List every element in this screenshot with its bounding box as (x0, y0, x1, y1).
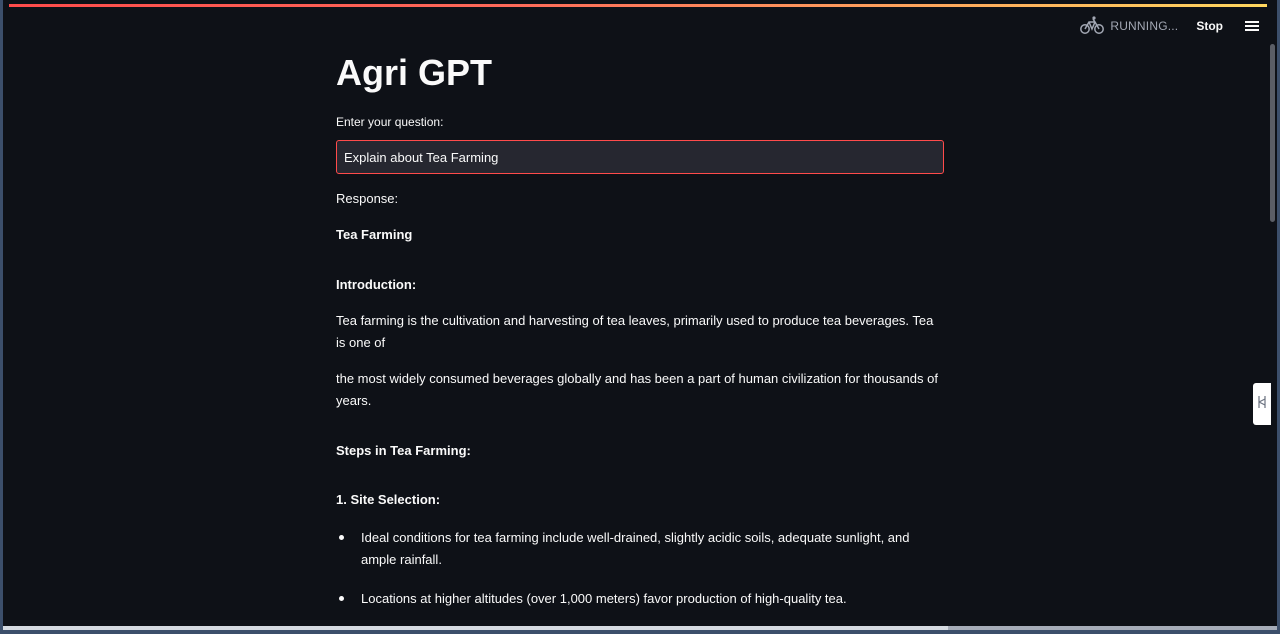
bicycle-icon (1080, 15, 1110, 38)
intro-paragraph: Tea farming is the cultivation and harve… (336, 313, 934, 350)
site-selection-heading: 1. Site Selection: (336, 492, 441, 507)
list-item: Ideal conditions for tea farming include… (336, 527, 944, 571)
main-content: Agri GPT Enter your question: Response: … (336, 50, 944, 627)
status-toolbar: RUNNING... Stop (1080, 14, 1259, 38)
intro-heading: Introduction: (336, 277, 417, 292)
vertical-scrollbar[interactable] (1270, 44, 1275, 222)
side-panel-handle[interactable] (1253, 383, 1271, 425)
response-label: Response: (336, 191, 399, 206)
site-selection-list: Ideal conditions for tea farming include… (336, 527, 944, 610)
horizontal-scrollbar-track[interactable] (3, 626, 1277, 630)
hamburger-menu-icon[interactable] (1245, 20, 1259, 32)
app-window: RUNNING... Stop Agri GPT Enter your ques… (0, 0, 1280, 634)
question-label: Enter your question: (336, 115, 444, 129)
running-indicator: RUNNING... (1080, 15, 1178, 38)
response-title: Tea Farming (336, 227, 413, 242)
question-input[interactable] (336, 140, 944, 174)
running-label: RUNNING... (1110, 19, 1179, 33)
list-item: Locations at higher altitudes (over 1,00… (336, 588, 944, 610)
steps-heading: Steps in Tea Farming: (336, 443, 471, 458)
intro-paragraph-continued: the most widely consumed beverages globa… (336, 371, 938, 408)
header-decoration (9, 4, 1267, 7)
page-title: Agri GPT (336, 52, 493, 93)
stop-button[interactable]: Stop (1196, 19, 1223, 33)
horizontal-scrollbar-thumb[interactable] (3, 626, 948, 630)
collapse-icon (1257, 394, 1267, 415)
